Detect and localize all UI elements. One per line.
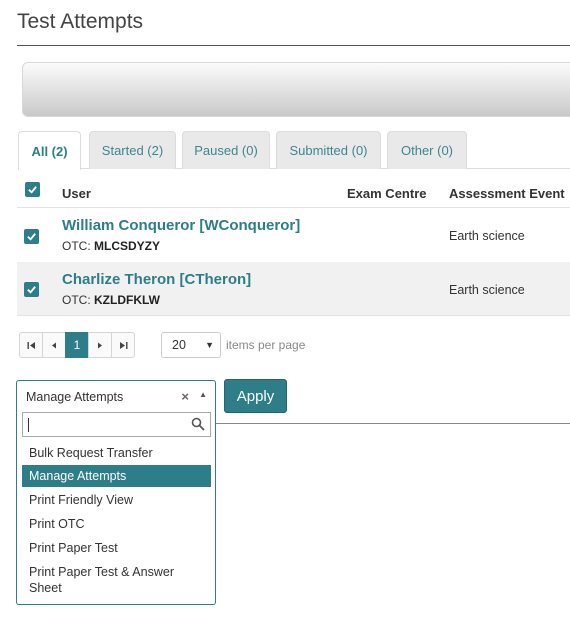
status-tabs: All (2) Started (2) Paused (0) Submitted… — [18, 131, 570, 170]
current-page-button[interactable]: 1 — [65, 332, 89, 358]
user-name-link[interactable]: Charlize Theron [CTheron] — [62, 271, 251, 288]
otc-info: OTC: MLCSDYZY — [62, 239, 160, 253]
tab-other[interactable]: Other (0) — [387, 131, 467, 169]
tab-started[interactable]: Started (2) — [89, 131, 176, 169]
otc-info: OTC: KZLDFKLW — [62, 293, 160, 307]
first-page-icon[interactable] — [19, 332, 43, 358]
table-row: Charlize Theron [CTheron] OTC: KZLDFKLW … — [17, 262, 570, 316]
items-per-page-select[interactable]: 20 ▼ — [161, 332, 221, 358]
dropdown-option-print-friendly-view[interactable]: Print Friendly View — [22, 489, 211, 511]
chevron-down-icon: ▼ — [205, 340, 214, 350]
last-page-icon[interactable] — [111, 332, 135, 358]
assessment-event-cell: Earth science — [449, 229, 525, 243]
text-caret — [28, 418, 29, 432]
dropdown-option-manage-attempts[interactable]: Manage Attempts — [22, 465, 211, 487]
column-header-user[interactable]: User — [62, 186, 91, 201]
otc-label: OTC: — [62, 239, 91, 253]
dropdown-search-input[interactable] — [22, 412, 211, 437]
prev-page-icon[interactable] — [42, 332, 66, 358]
otc-value: MLCSDYZY — [94, 239, 161, 253]
checkmark-icon — [27, 233, 36, 241]
row-checkbox[interactable] — [24, 229, 39, 244]
toolbar-panel — [22, 62, 570, 117]
title-divider — [17, 45, 570, 46]
otc-label: OTC: — [62, 293, 91, 307]
user-name-link[interactable]: William Conqueror [WConqueror] — [62, 217, 300, 234]
select-all-checkbox[interactable] — [25, 182, 40, 197]
search-icon — [191, 417, 205, 431]
dropdown-option-bulk-request-transfer[interactable]: Bulk Request Transfer — [22, 442, 211, 464]
otc-value: KZLDFKLW — [94, 293, 160, 307]
pagination: 1 — [19, 332, 135, 358]
bulk-action-selected: Manage Attempts — [26, 390, 124, 404]
page-title: Test Attempts — [17, 10, 144, 33]
checkmark-icon — [27, 286, 36, 294]
chevron-up-icon[interactable]: ▲ — [199, 379, 207, 411]
tab-submitted[interactable]: Submitted (0) — [276, 131, 381, 169]
bulk-action-dropdown: Bulk Request Transfer Manage Attempts Pr… — [16, 409, 216, 605]
tab-paused[interactable]: Paused (0) — [182, 131, 270, 169]
dropdown-option-print-paper-test-answer-sheet[interactable]: Print Paper Test & Answer Sheet — [22, 561, 211, 599]
checkmark-icon — [28, 186, 37, 194]
assessment-event-cell: Earth science — [449, 283, 525, 297]
dropdown-option-print-otc[interactable]: Print OTC — [22, 513, 211, 535]
items-per-page-label: items per page — [226, 338, 306, 352]
per-page-value: 20 — [172, 338, 186, 352]
column-header-assessment-event[interactable]: Assessment Event — [449, 186, 565, 201]
table-row: William Conqueror [WConqueror] OTC: MLCS… — [17, 208, 570, 262]
next-page-icon[interactable] — [88, 332, 112, 358]
row-checkbox[interactable] — [24, 282, 39, 297]
column-header-exam-centre[interactable]: Exam Centre — [347, 186, 426, 201]
tab-all[interactable]: All (2) — [18, 131, 81, 170]
bulk-action-select[interactable]: Manage Attempts × ▲ — [16, 380, 216, 410]
apply-button[interactable]: Apply — [224, 379, 287, 413]
divider — [216, 423, 570, 424]
dropdown-option-print-paper-test[interactable]: Print Paper Test — [22, 537, 211, 559]
